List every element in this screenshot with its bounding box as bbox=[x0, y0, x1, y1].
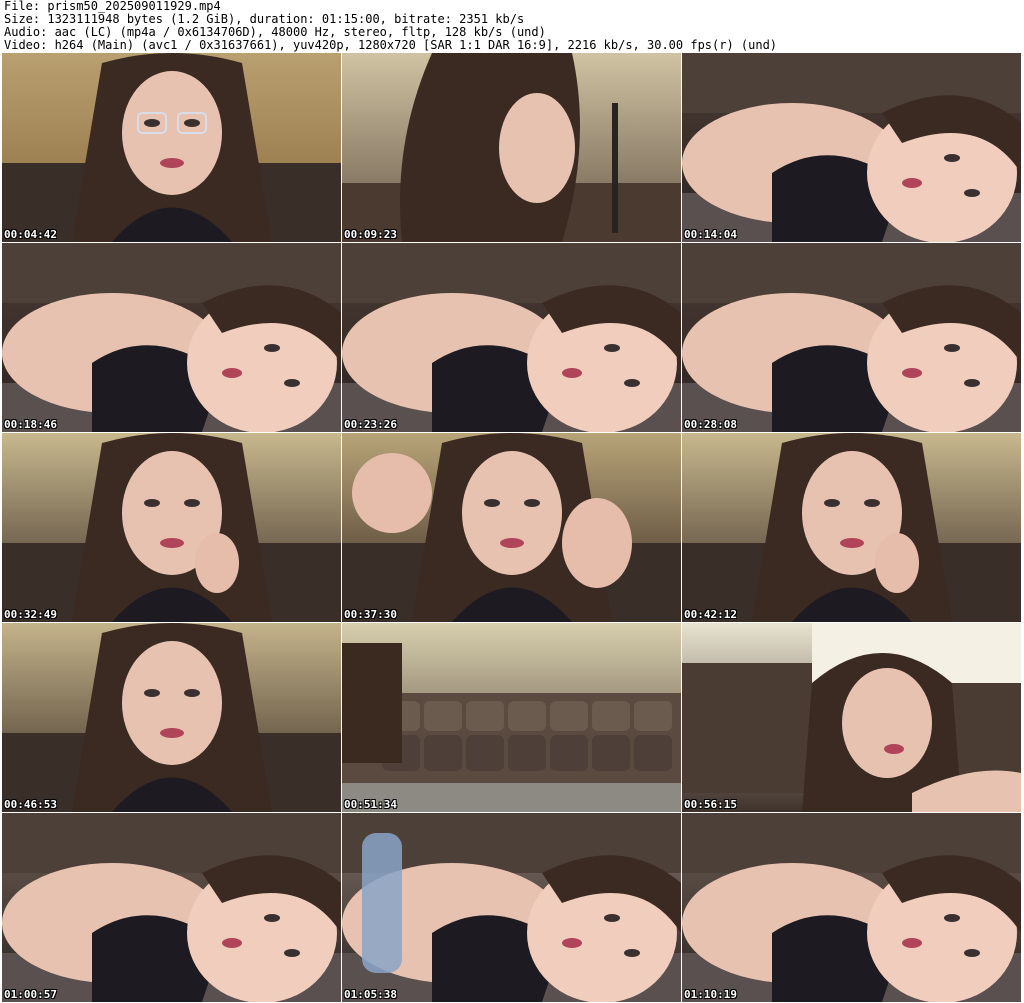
video-thumbnail: 01:05:38 bbox=[342, 813, 681, 1002]
thumbnail-timestamp: 00:37:30 bbox=[344, 608, 397, 621]
thumbnail-frame-image bbox=[342, 433, 681, 622]
video-thumbnail: 00:37:30 bbox=[342, 433, 681, 622]
video-thumbnail: 00:56:15 bbox=[682, 623, 1021, 812]
video-thumbnail: 00:23:26 bbox=[342, 243, 681, 432]
thumbnail-frame-image bbox=[2, 243, 341, 432]
video-thumbnail: 01:10:19 bbox=[682, 813, 1021, 1002]
thumbnail-frame-image bbox=[682, 53, 1021, 242]
video-thumbnail: 00:14:04 bbox=[682, 53, 1021, 242]
thumbnail-frame-image bbox=[682, 433, 1021, 622]
video-thumbnail: 00:42:12 bbox=[682, 433, 1021, 622]
thumbnail-timestamp: 00:04:42 bbox=[4, 228, 57, 241]
thumbnail-frame-image bbox=[2, 813, 341, 1002]
thumbnail-timestamp: 00:14:04 bbox=[684, 228, 737, 241]
thumbnail-frame-image bbox=[2, 623, 341, 812]
thumbnail-timestamp: 00:18:46 bbox=[4, 418, 57, 431]
video-info-line: Video: h264 (Main) (avc1 / 0x31637661), … bbox=[4, 39, 778, 52]
thumbnail-timestamp: 00:23:26 bbox=[344, 418, 397, 431]
thumbnail-frame-image bbox=[2, 53, 341, 242]
file-name-line: File: prism50_202509011929.mp4 bbox=[4, 0, 221, 13]
file-info-header: File: prism50_202509011929.mp4 Size: 132… bbox=[4, 0, 1020, 52]
thumbnail-frame-image bbox=[342, 623, 681, 812]
thumbnail-frame-image bbox=[682, 243, 1021, 432]
thumbnail-timestamp: 01:10:19 bbox=[684, 988, 737, 1001]
video-thumbnail: 00:32:49 bbox=[2, 433, 341, 622]
thumbnail-timestamp: 00:46:53 bbox=[4, 798, 57, 811]
thumbnail-timestamp: 00:09:23 bbox=[344, 228, 397, 241]
thumbnail-timestamp: 00:56:15 bbox=[684, 798, 737, 811]
thumbnail-timestamp: 00:42:12 bbox=[684, 608, 737, 621]
thumbnail-timestamp: 00:28:08 bbox=[684, 418, 737, 431]
thumbnail-timestamp: 00:51:34 bbox=[344, 798, 397, 811]
video-thumbnail: 00:18:46 bbox=[2, 243, 341, 432]
video-thumbnail: 01:00:57 bbox=[2, 813, 341, 1002]
file-size-line: Size: 1323111948 bytes (1.2 GiB), durati… bbox=[4, 13, 525, 26]
thumbnail-timestamp: 01:05:38 bbox=[344, 988, 397, 1001]
thumbnail-frame-image bbox=[342, 813, 681, 1002]
thumbnail-timestamp: 00:32:49 bbox=[4, 608, 57, 621]
thumbnail-frame-image bbox=[682, 813, 1021, 1002]
video-thumbnail: 00:51:34 bbox=[342, 623, 681, 812]
thumbnail-timestamp: 01:00:57 bbox=[4, 988, 57, 1001]
video-thumbnail: 00:28:08 bbox=[682, 243, 1021, 432]
audio-info-line: Audio: aac (LC) (mp4a / 0x6134706D), 480… bbox=[4, 26, 546, 39]
thumbnail-grid: 00:04:42 00:09:23 00:14:04 00:18:46 00:23:26… bbox=[2, 53, 1022, 1002]
video-thumbnail: 00:09:23 bbox=[342, 53, 681, 242]
video-thumbnail: 00:46:53 bbox=[2, 623, 341, 812]
thumbnail-frame-image bbox=[682, 623, 1021, 812]
thumbnail-frame-image bbox=[342, 243, 681, 432]
thumbnail-frame-image bbox=[2, 433, 341, 622]
thumbnail-frame-image bbox=[342, 53, 681, 242]
video-thumbnail: 00:04:42 bbox=[2, 53, 341, 242]
